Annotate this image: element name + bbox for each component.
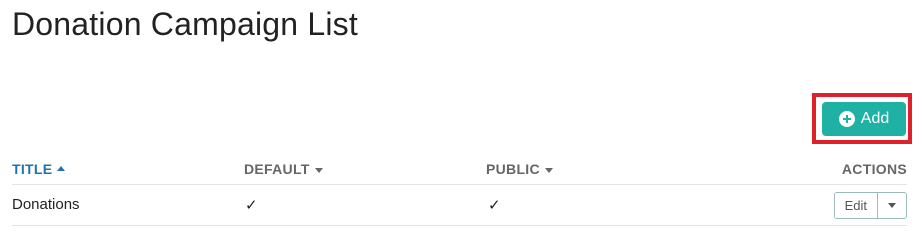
sort-caret-down-icon [544, 168, 553, 173]
column-header-actions: ACTIONS [841, 161, 907, 177]
checkmark-icon: ✓ [488, 197, 501, 214]
page-title: Donation Campaign List [12, 6, 358, 42]
add-button-label: Add [860, 110, 890, 127]
column-header-title[interactable]: TITLE [12, 161, 66, 177]
plus-circle-icon [838, 111, 855, 127]
add-button[interactable]: Add [822, 102, 906, 136]
table-row: Donations ✓ ✓ Edit [12, 185, 907, 226]
column-header-default[interactable]: DEFAULT [244, 161, 323, 177]
campaign-table: TITLE DEFAULT PUBLIC ACTIONS Donations ✓… [12, 152, 907, 226]
cell-title: Donations [12, 196, 80, 213]
table-header: TITLE DEFAULT PUBLIC ACTIONS [12, 152, 907, 185]
column-header-public[interactable]: PUBLIC [486, 161, 553, 177]
row-actions: Edit [833, 192, 907, 219]
sort-caret-down-icon [314, 168, 323, 173]
chevron-down-icon [888, 203, 896, 208]
sort-ascending-icon [57, 165, 66, 171]
checkmark-icon: ✓ [245, 197, 258, 214]
edit-button[interactable]: Edit [834, 193, 878, 218]
actions-dropdown-toggle[interactable] [878, 193, 906, 218]
